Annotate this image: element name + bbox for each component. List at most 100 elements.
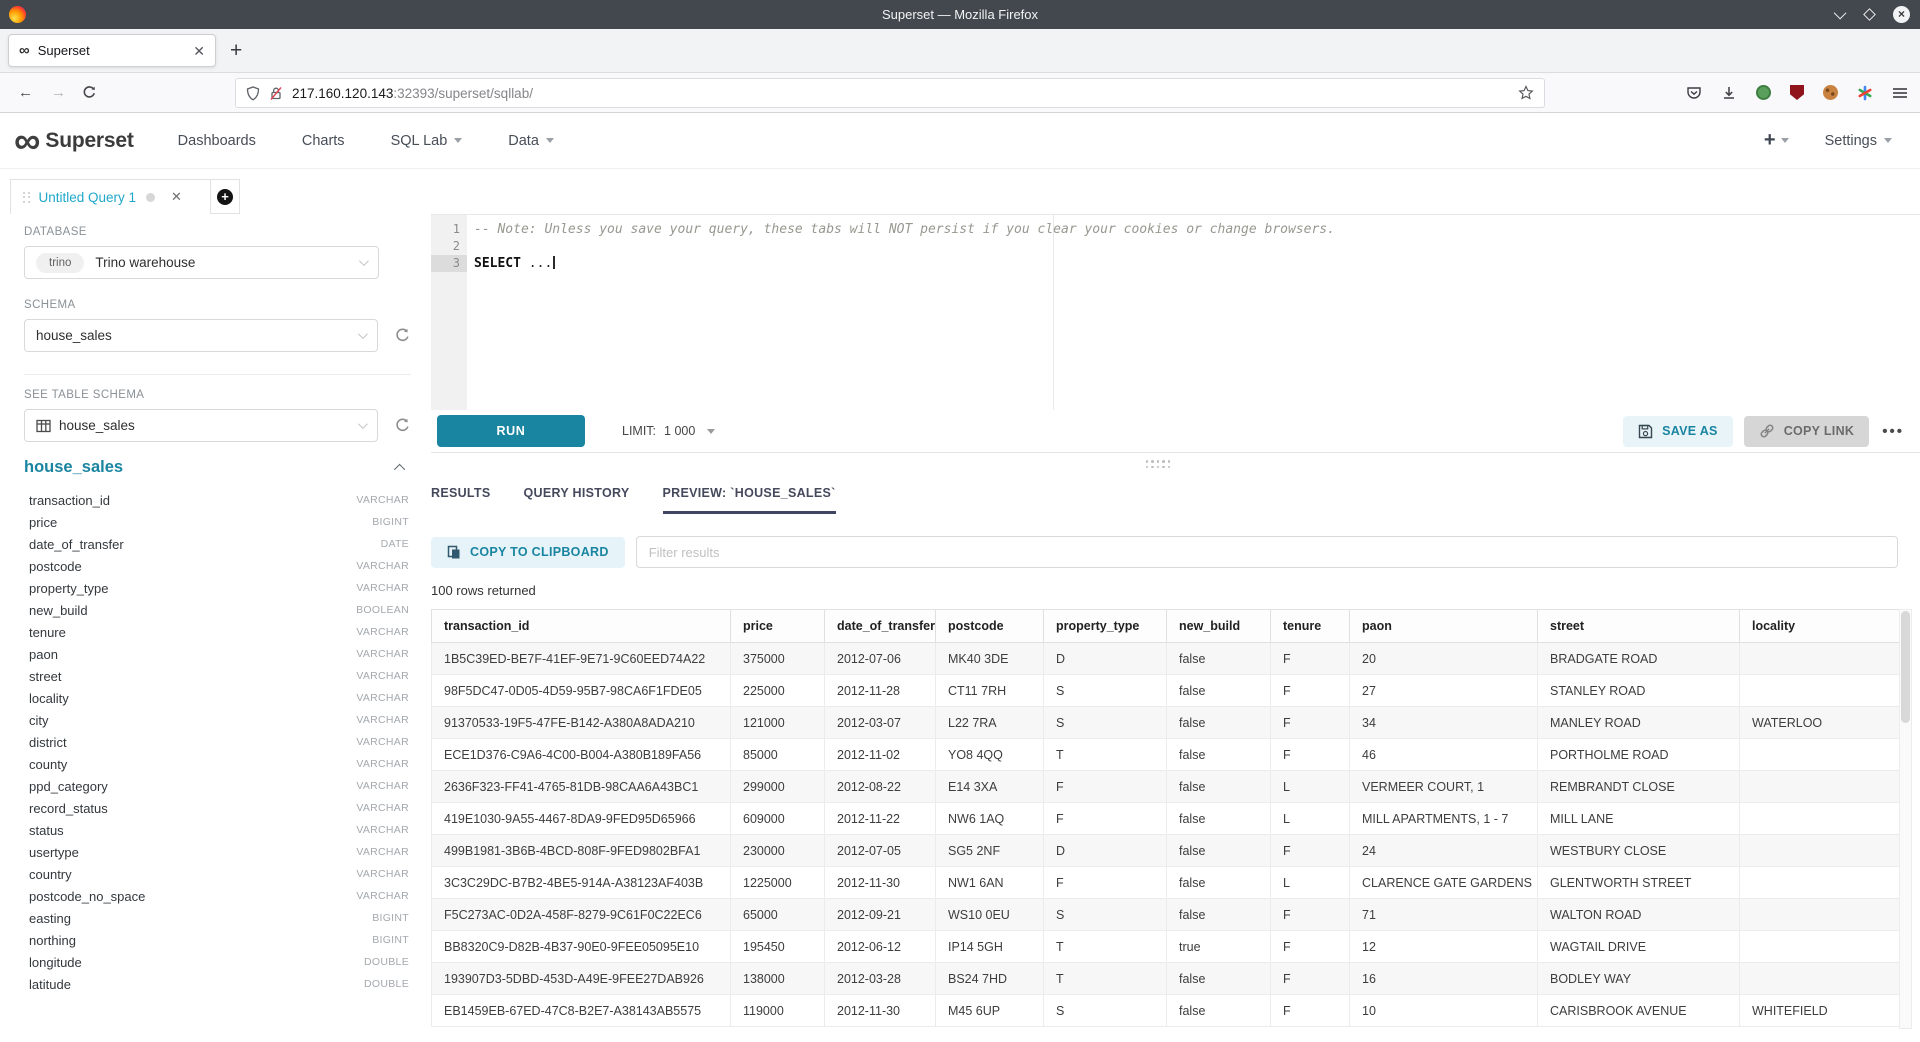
table-scrollbar[interactable] <box>1899 609 1912 1029</box>
table-cell: 609000 <box>731 803 825 835</box>
editor-line[interactable] <box>467 238 1920 255</box>
browser-tab[interactable]: ∞ Superset ✕ <box>8 34 216 67</box>
database-select[interactable]: trino Trino warehouse <box>24 246 379 279</box>
table-header-tenure[interactable]: tenure <box>1271 610 1350 643</box>
nav-item-sql-lab[interactable]: SQL Lab <box>391 133 463 149</box>
cookie-extension-icon[interactable] <box>1823 85 1838 100</box>
editor-line[interactable]: -- Note: Unless you save your query, the… <box>467 221 1920 238</box>
resize-dots-icon <box>1146 460 1171 468</box>
reload-icon[interactable] <box>82 85 97 100</box>
table-cell <box>1740 771 1900 803</box>
filter-results-input[interactable] <box>636 536 1898 568</box>
table-row: 1B5C39ED-BE7F-41EF-9E71-9C60EED74A223750… <box>432 643 1900 675</box>
ublock-icon[interactable] <box>1790 85 1804 100</box>
table-header-paon[interactable]: paon <box>1350 610 1538 643</box>
downloads-icon[interactable] <box>1721 85 1737 101</box>
caret-down-icon <box>454 138 462 143</box>
table-cell: PORTHOLME ROAD <box>1538 739 1740 771</box>
table-cell: 121000 <box>731 707 825 739</box>
more-actions-button[interactable]: ••• <box>1882 423 1904 440</box>
table-header-property-type[interactable]: property_type <box>1044 610 1167 643</box>
url-bar[interactable]: 217.160.120.143 :32393/superset/sqllab/ <box>235 78 1545 108</box>
window-maximize-icon[interactable] <box>1863 8 1876 21</box>
save-as-button[interactable]: SAVE AS <box>1623 416 1733 447</box>
settings-menu[interactable]: Settings <box>1825 133 1892 149</box>
tab-query-history[interactable]: QUERY HISTORY <box>524 486 630 514</box>
tab-results[interactable]: RESULTS <box>431 486 491 514</box>
copy-to-clipboard-button[interactable]: COPY TO CLIPBOARD <box>431 537 625 568</box>
extension-asterisk-icon[interactable] <box>1857 85 1873 101</box>
table-cell: 2012-08-22 <box>825 771 936 803</box>
collapse-chevron-up-icon[interactable] <box>394 463 405 474</box>
drag-handle-icon[interactable] <box>23 192 30 203</box>
column-name: postcode_no_space <box>29 889 145 904</box>
table-row: 2636F323-FF41-4765-81DB-98CAA6A43BC12990… <box>432 771 1900 803</box>
table-cell: T <box>1044 963 1167 995</box>
table-cell: false <box>1167 803 1271 835</box>
results-table: transaction_idpricedate_of_transferpostc… <box>431 609 1900 1027</box>
scrollbar-thumb[interactable] <box>1901 611 1910 723</box>
nav-item-charts[interactable]: Charts <box>302 133 345 149</box>
table-cell <box>1740 867 1900 899</box>
tab-close-icon[interactable]: ✕ <box>193 44 205 58</box>
table-header-transaction-id[interactable]: transaction_id <box>432 610 731 643</box>
table-cell: WESTBURY CLOSE <box>1538 835 1740 867</box>
caret-down-icon <box>1781 138 1789 143</box>
table-cell: EB1459EB-67ED-47C8-B2E7-A38143AB5575 <box>432 995 731 1027</box>
table-header-price[interactable]: price <box>731 610 825 643</box>
window-close-icon[interactable]: × <box>1893 6 1910 23</box>
pocket-icon[interactable] <box>1686 85 1702 101</box>
back-icon[interactable]: ← <box>18 84 33 101</box>
table-cell: S <box>1044 899 1167 931</box>
refresh-schema-icon[interactable] <box>394 327 411 344</box>
new-item-button[interactable]: + <box>1764 129 1789 152</box>
table-header-postcode[interactable]: postcode <box>936 610 1044 643</box>
url-host: 217.160.120.143 <box>292 86 393 101</box>
table-header-locality[interactable]: locality <box>1740 610 1900 643</box>
table-cell: MK40 3DE <box>936 643 1044 675</box>
caret-down-icon <box>546 138 554 143</box>
nav-item-dashboards[interactable]: Dashboards <box>178 133 256 149</box>
brand-name: Superset <box>45 129 133 153</box>
column-name: paon <box>29 647 58 662</box>
table-cell: MILL APARTMENTS, 1 - 7 <box>1350 803 1538 835</box>
caret-down-icon <box>1884 138 1892 143</box>
table-cell: 2012-07-06 <box>825 643 936 675</box>
query-tab[interactable]: Untitled Query 1 ✕ <box>10 179 211 214</box>
column-name: longitude <box>29 955 82 970</box>
table-cell: 2012-09-21 <box>825 899 936 931</box>
refresh-table-icon[interactable] <box>394 417 411 434</box>
table-header-new-build[interactable]: new_build <box>1167 610 1271 643</box>
column-type: DOUBLE <box>364 978 409 990</box>
superset-logo[interactable]: ∞ Superset <box>14 126 134 156</box>
extension-green-icon[interactable] <box>1756 85 1771 100</box>
table-name-heading[interactable]: house_sales <box>24 458 123 477</box>
table-header-date-of-transfer[interactable]: date_of_transfer <box>825 610 936 643</box>
tab-preview-house-sales[interactable]: PREVIEW: `HOUSE_SALES` <box>663 486 836 514</box>
table-cell: 2012-11-28 <box>825 675 936 707</box>
menu-hamburger-icon[interactable] <box>1892 86 1908 100</box>
table-header-street[interactable]: street <box>1538 610 1740 643</box>
table-cell: F <box>1271 995 1350 1027</box>
table-cell: BRADGATE ROAD <box>1538 643 1740 675</box>
run-button[interactable]: RUN <box>437 415 585 447</box>
add-query-tab-button[interactable]: + <box>211 179 240 214</box>
forward-icon[interactable]: → <box>51 84 66 101</box>
new-tab-button[interactable]: + <box>230 40 242 61</box>
column-type: VARCHAR <box>356 582 409 594</box>
editor-line[interactable]: SELECT ... <box>467 255 1920 272</box>
pane-resize-handle[interactable] <box>431 453 1920 477</box>
shield-icon[interactable] <box>246 86 260 101</box>
sql-editor[interactable]: 123 -- Note: Unless you save your query,… <box>431 214 1920 410</box>
copy-link-button[interactable]: COPY LINK <box>1744 416 1870 447</box>
limit-dropdown[interactable]: LIMIT: 1 000 <box>622 424 715 438</box>
table-select[interactable]: house_sales <box>24 409 378 442</box>
column-name: postcode <box>29 559 82 574</box>
lock-insecure-icon[interactable] <box>269 86 283 101</box>
bookmark-star-icon[interactable] <box>1518 85 1534 101</box>
schema-select[interactable]: house_sales <box>24 319 378 352</box>
nav-item-data[interactable]: Data <box>508 133 554 149</box>
schema-column-row: northingBIGINT <box>24 929 411 951</box>
browser-tabstrip: ∞ Superset ✕ + <box>0 29 1920 73</box>
query-tab-close-icon[interactable]: ✕ <box>171 189 182 205</box>
